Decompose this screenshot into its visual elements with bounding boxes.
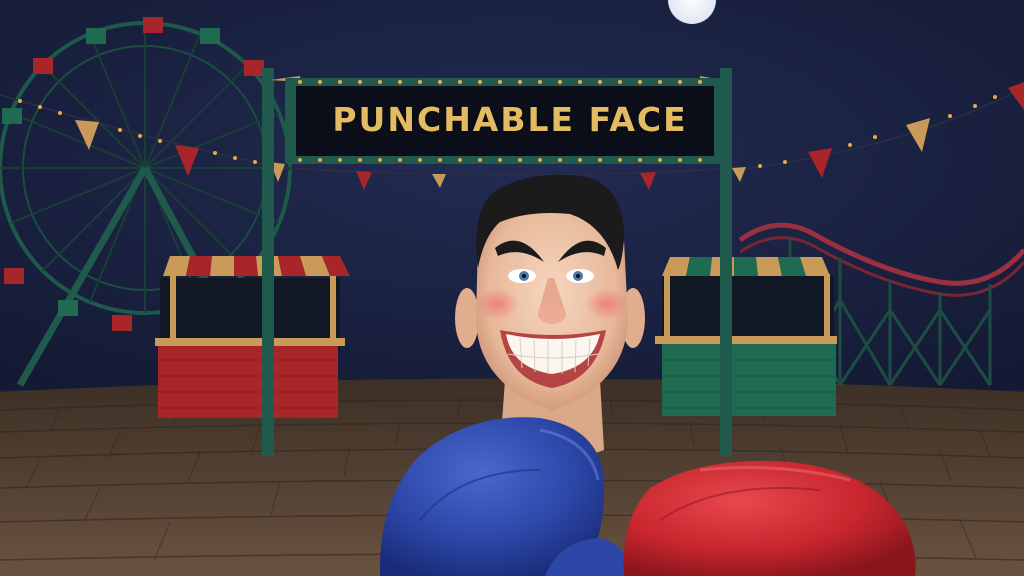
sign-title: PUNCHABLE FACE [332, 99, 688, 139]
carnival-booth-green [655, 257, 837, 416]
game-viewport[interactable]: PUNCHABLE FACE [0, 0, 1024, 576]
game-scene [0, 0, 1024, 576]
carnival-booth-red [155, 256, 350, 418]
